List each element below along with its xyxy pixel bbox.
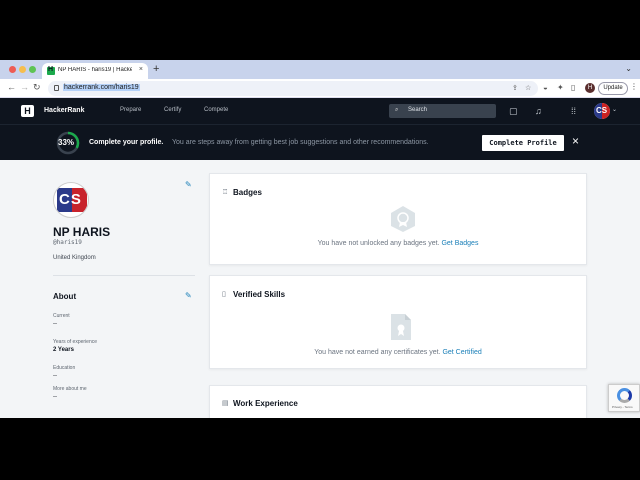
avatar-initials: CS xyxy=(596,106,608,115)
address-bar[interactable]: hackerrank.com/haris19 ⇪ ☆ xyxy=(48,81,538,96)
about-value-more: -- xyxy=(53,394,57,400)
back-icon[interactable]: ← xyxy=(7,82,16,92)
get-badges-link[interactable]: Get Badges xyxy=(441,240,478,247)
nav-link-certify[interactable]: Certify xyxy=(164,107,181,113)
tab-close-icon[interactable]: × xyxy=(139,66,143,73)
site-navbar: H HackerRank Prepare Certify Compete ⌕ S… xyxy=(0,98,640,124)
profile-avatar-initials: CS xyxy=(59,191,82,208)
work-experience-title: Work Experience xyxy=(233,399,298,408)
recaptcha-text: Privacy - Terms xyxy=(612,405,633,409)
update-button[interactable]: Update xyxy=(598,82,628,95)
edit-profile-icon[interactable]: ✎ xyxy=(185,180,192,189)
browser-tab-bar: NP HARIS - haris19 | HackerRank × + ⌄ xyxy=(0,60,640,79)
about-value-experience: 2 Years xyxy=(53,347,74,353)
skills-empty-message: You have not earned any certificates yet… xyxy=(210,349,586,356)
edit-about-icon[interactable]: ✎ xyxy=(185,291,192,300)
window-zoom-control[interactable] xyxy=(29,66,36,73)
extension-icon[interactable]: ◒ xyxy=(543,83,548,92)
badge-icon: ♖ xyxy=(222,189,229,196)
about-value-education: -- xyxy=(53,373,57,379)
share-icon[interactable]: ⇪ xyxy=(512,84,518,92)
tab-search-chevron-icon[interactable]: ⌄ xyxy=(625,64,632,73)
hackerrank-logo-icon[interactable]: H xyxy=(21,105,34,117)
hackerrank-favicon-icon xyxy=(47,66,55,75)
search-placeholder: Search xyxy=(408,107,428,113)
badges-card: ♖ Badges You have not unlocked any badge… xyxy=(209,173,587,265)
complete-profile-banner: 33% Complete your profile. You are steps… xyxy=(0,124,640,160)
about-heading: About xyxy=(53,292,77,301)
new-tab-button[interactable]: + xyxy=(153,63,159,75)
forward-icon[interactable]: → xyxy=(20,82,29,92)
user-avatar[interactable]: CS xyxy=(594,103,610,119)
about-label-education: Education xyxy=(53,365,76,371)
browser-toolbar: ← → ↻ hackerrank.com/haris19 ⇪ ☆ ◒ ✦ ▯ H… xyxy=(0,79,640,98)
sidebar-icon[interactable]: ▯ xyxy=(571,83,575,92)
browser-menu-icon[interactable]: ⋮ xyxy=(630,82,638,91)
recaptcha-badge[interactable]: Privacy - Terms xyxy=(608,384,640,412)
badges-title: Badges xyxy=(233,188,262,197)
work-experience-card: ▤ Work Experience xyxy=(209,385,587,418)
url-text[interactable]: hackerrank.com/haris19 xyxy=(63,84,140,91)
apps-grid-icon[interactable]: ⁞⁞ xyxy=(571,106,576,116)
banner-title: Complete your profile. xyxy=(89,139,164,146)
messages-icon[interactable]: ▢ xyxy=(509,106,518,117)
site-logo-text[interactable]: HackerRank xyxy=(44,107,84,114)
empty-badge-icon xyxy=(391,206,415,232)
divider xyxy=(53,275,195,276)
progress-percent: 33% xyxy=(58,138,75,147)
chevron-down-icon[interactable]: ⌄ xyxy=(612,106,617,113)
browser-window: NP HARIS - haris19 | HackerRank × + ⌄ ← … xyxy=(0,60,640,418)
bookmark-star-icon[interactable]: ☆ xyxy=(525,84,531,92)
notifications-bell-icon[interactable]: ♫ xyxy=(535,106,542,116)
nav-link-prepare[interactable]: Prepare xyxy=(120,107,141,113)
close-banner-icon[interactable]: × xyxy=(572,134,579,148)
about-label-more: More about me xyxy=(53,386,87,392)
skills-empty-text: You have not earned any certificates yet… xyxy=(314,349,441,356)
badges-empty-message: You have not unlocked any badges yet. Ge… xyxy=(210,240,586,247)
about-label-experience: Years of experience xyxy=(53,339,98,345)
document-icon: ▯ xyxy=(222,291,226,298)
nav-link-compete[interactable]: Compete xyxy=(204,107,228,113)
window-minimize-control[interactable] xyxy=(19,66,26,73)
recaptcha-logo-icon xyxy=(617,388,632,403)
tab-title: NP HARIS - haris19 | HackerRank xyxy=(58,67,132,73)
browser-tab-active[interactable]: NP HARIS - haris19 | HackerRank × xyxy=(42,63,148,79)
browser-profile-avatar[interactable]: H xyxy=(585,83,595,93)
reload-icon[interactable]: ↻ xyxy=(33,82,41,93)
badges-empty-text: You have not unlocked any badges yet. xyxy=(317,240,440,247)
profile-sidebar: CS ✎ NP HARIS @haris19 United Kingdom Ab… xyxy=(53,160,198,418)
lock-icon xyxy=(54,85,59,91)
empty-certificate-icon xyxy=(391,314,411,340)
verified-skills-card: ▯ Verified Skills You have not earned an… xyxy=(209,275,587,369)
search-input[interactable]: ⌕ Search xyxy=(389,104,496,118)
puzzle-extensions-icon[interactable]: ✦ xyxy=(557,83,564,92)
profile-avatar[interactable]: CS xyxy=(53,182,89,218)
verified-skills-title: Verified Skills xyxy=(233,290,286,299)
profile-country: United Kingdom xyxy=(53,255,96,261)
profile-handle: @haris19 xyxy=(53,239,82,246)
banner-subtitle: You are steps away from getting best job… xyxy=(172,139,429,146)
window-close-control[interactable] xyxy=(9,66,16,73)
about-value-current: -- xyxy=(53,321,57,327)
about-label-current: Current xyxy=(53,313,70,319)
get-certified-link[interactable]: Get Certified xyxy=(442,349,481,356)
search-icon: ⌕ xyxy=(395,107,399,113)
briefcase-icon: ▤ xyxy=(222,400,229,407)
complete-profile-button[interactable]: Complete Profile xyxy=(482,135,564,151)
profile-name: NP HARIS xyxy=(53,225,111,239)
